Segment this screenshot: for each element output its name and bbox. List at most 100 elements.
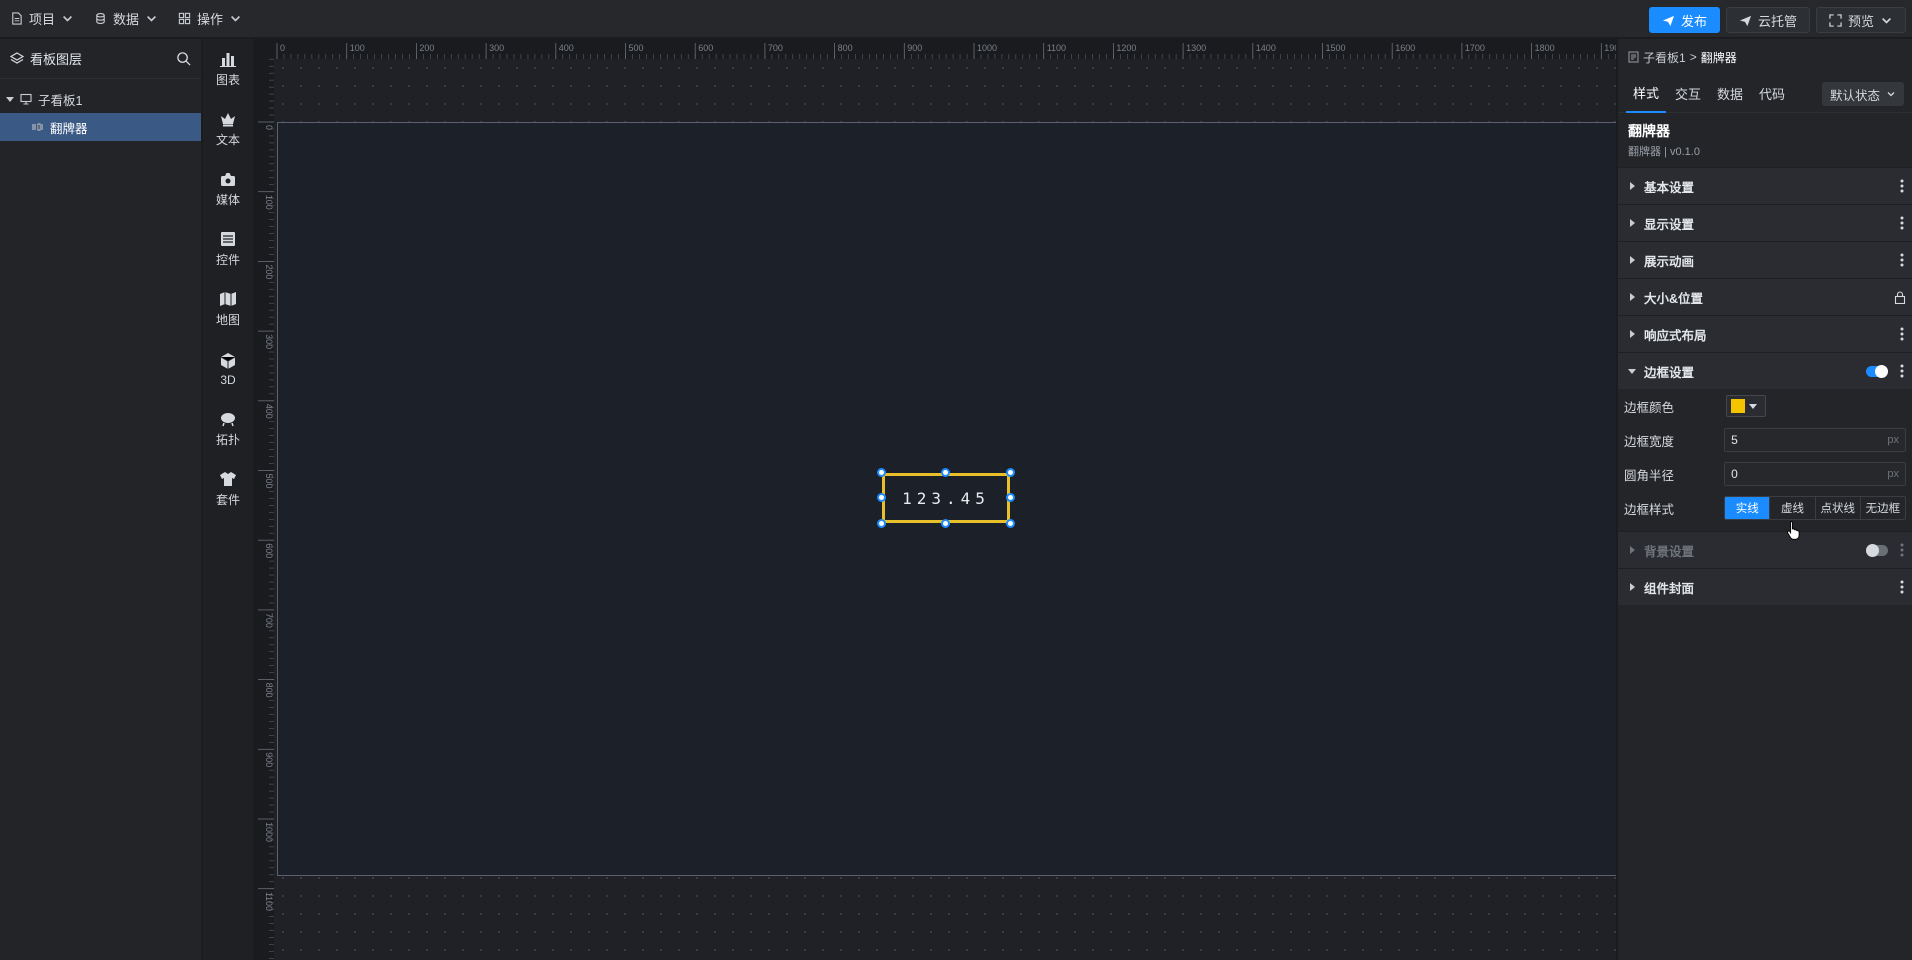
palette-topology[interactable]: 拓扑	[203, 399, 253, 459]
border-radius-input[interactable]: 0 px	[1724, 462, 1906, 486]
ruler-tick-label: 400	[559, 43, 574, 53]
hand-cursor-icon	[1787, 521, 1800, 540]
layer-item-flipper[interactable]: 翻牌器	[0, 113, 201, 141]
border-toggle[interactable]	[1866, 365, 1888, 378]
preview-label: 预览	[1847, 13, 1874, 29]
palette-label: 拓扑	[215, 433, 240, 447]
resize-handle-se[interactable]	[1006, 519, 1015, 528]
ruler-vertical[interactable]: 0 100 200 300 400 500 600 700 800 900 1000 1100	[254, 39, 274, 960]
border-width-input[interactable]: 5 px	[1724, 428, 1906, 452]
section-cover[interactable]: 组件封面	[1618, 568, 1912, 605]
layers-icon	[10, 51, 24, 64]
palette-map[interactable]: 地图	[203, 279, 253, 339]
resize-handle-n[interactable]	[941, 468, 950, 477]
chevron-down-icon	[1887, 92, 1895, 97]
resize-handle-sw[interactable]	[877, 519, 886, 528]
more-icon[interactable]	[1900, 543, 1904, 557]
border-width-row: 边框宽度 5 px	[1618, 423, 1912, 457]
background-toggle[interactable]	[1866, 544, 1888, 557]
more-icon[interactable]	[1900, 364, 1904, 378]
section-basic[interactable]: 基本设置	[1618, 167, 1912, 204]
border-color-row: 边框颜色	[1618, 389, 1912, 423]
component-name: 翻牌器	[1628, 123, 1670, 139]
more-icon[interactable]	[1900, 216, 1904, 230]
more-icon[interactable]	[1900, 327, 1904, 341]
resize-handle-ne[interactable]	[1006, 468, 1015, 477]
border-style-dashed[interactable]: 虚线	[1770, 497, 1816, 519]
more-icon[interactable]	[1900, 179, 1904, 193]
ruler-tick-label: 1900	[1604, 43, 1616, 53]
ruler-tick-label: 1600	[1395, 43, 1415, 53]
resize-handle-w[interactable]	[877, 493, 886, 502]
menu-data[interactable]: 数据	[84, 0, 168, 38]
chevron-down-icon	[147, 15, 157, 22]
caret-down-icon[interactable]	[6, 95, 14, 103]
breadcrumb-parent[interactable]: 子看板1	[1643, 49, 1686, 66]
palette-3d[interactable]: 3D	[203, 339, 253, 399]
component-palette: 图表 文本 媒体 控件 地图 3D 拓扑 套件	[203, 39, 253, 960]
ruler-tick-label: 400	[264, 404, 274, 419]
chevron-down-icon	[1882, 17, 1891, 24]
layers-header: 看板图层	[0, 39, 201, 79]
menu-project[interactable]: 项目	[0, 0, 84, 38]
resize-handle-nw[interactable]	[877, 468, 886, 477]
palette-media[interactable]: 媒体	[203, 159, 253, 219]
layer-label: 子看板1	[38, 93, 83, 108]
state-select[interactable]: 默认状态	[1821, 82, 1904, 106]
ruler-tick-label: 1100	[264, 892, 274, 911]
border-style-dotted[interactable]: 点状线	[1816, 497, 1861, 519]
section-responsive[interactable]: 响应式布局	[1618, 315, 1912, 352]
cloud-host-button[interactable]: 云托管	[1725, 7, 1810, 33]
palette-chart[interactable]: 图表	[203, 39, 253, 99]
section-size-position[interactable]: 大小&位置	[1618, 278, 1912, 315]
palette-label: 媒体	[215, 193, 240, 207]
ruler-tick-label: 1400	[1256, 43, 1276, 53]
crown-icon	[221, 113, 235, 127]
caret-right-icon	[1630, 256, 1635, 264]
section-label: 响应式布局	[1644, 328, 1707, 343]
caret-down-icon	[1628, 369, 1636, 374]
preview-button[interactable]: 预览	[1815, 7, 1906, 33]
send-icon	[1739, 15, 1752, 26]
palette-text[interactable]: 文本	[203, 99, 253, 159]
palette-label: 套件	[215, 493, 240, 507]
lock-icon[interactable]	[1894, 291, 1906, 304]
ruler-tick-label: 1000	[264, 822, 274, 842]
more-icon[interactable]	[1900, 580, 1904, 594]
ruler-tick-label: 800	[264, 683, 274, 698]
ruler-tick-label: 1300	[1186, 43, 1206, 53]
cloud-host-label: 云托管	[1757, 13, 1797, 29]
section-display[interactable]: 显示设置	[1618, 204, 1912, 241]
ruler-tick-label: 500	[629, 43, 644, 53]
tab-code[interactable]: 代码	[1752, 75, 1792, 113]
section-label: 显示设置	[1644, 217, 1695, 232]
section-animation[interactable]: 展示动画	[1618, 241, 1912, 278]
ruler-tick-label: 500	[264, 474, 274, 489]
section-border[interactable]: 边框设置	[1618, 352, 1912, 389]
palette-kit[interactable]: 套件	[203, 459, 253, 519]
send-icon	[1662, 15, 1675, 26]
border-color-picker[interactable]	[1726, 395, 1766, 417]
section-background[interactable]: 背景设置	[1618, 531, 1912, 568]
tab-style[interactable]: 样式	[1626, 75, 1667, 113]
canvas-area[interactable]: 0 100 200 300 400 500 600 700 800 900 1000 1100 1200…	[254, 39, 1616, 960]
layer-item-dashboard[interactable]: 子看板1	[0, 85, 201, 113]
border-style-solid[interactable]: 实线	[1725, 497, 1771, 519]
search-icon[interactable]	[176, 51, 191, 66]
publish-button[interactable]: 发布	[1648, 7, 1720, 33]
tab-data[interactable]: 数据	[1710, 75, 1750, 113]
resize-handle-s[interactable]	[941, 519, 950, 528]
tab-interaction[interactable]: 交互	[1668, 75, 1708, 113]
map-icon	[220, 292, 236, 306]
caret-right-icon	[1630, 219, 1635, 227]
ruler-horizontal[interactable]: 0 100 200 300 400 500 600 700 800 900 1000 1100 1200…	[254, 39, 1616, 59]
component-title: 翻牌器 翻牌器 | v0.1.0	[1618, 113, 1912, 167]
caret-right-icon	[1630, 546, 1635, 554]
flipper-widget[interactable]: 123.45	[882, 473, 1010, 523]
resize-handle-e[interactable]	[1006, 493, 1015, 502]
palette-control[interactable]: 控件	[203, 219, 253, 279]
menu-operation[interactable]: 操作	[168, 0, 252, 38]
border-radius-value: 0	[1731, 467, 1738, 481]
border-style-none[interactable]: 无边框	[1861, 497, 1905, 519]
more-icon[interactable]	[1900, 253, 1904, 267]
